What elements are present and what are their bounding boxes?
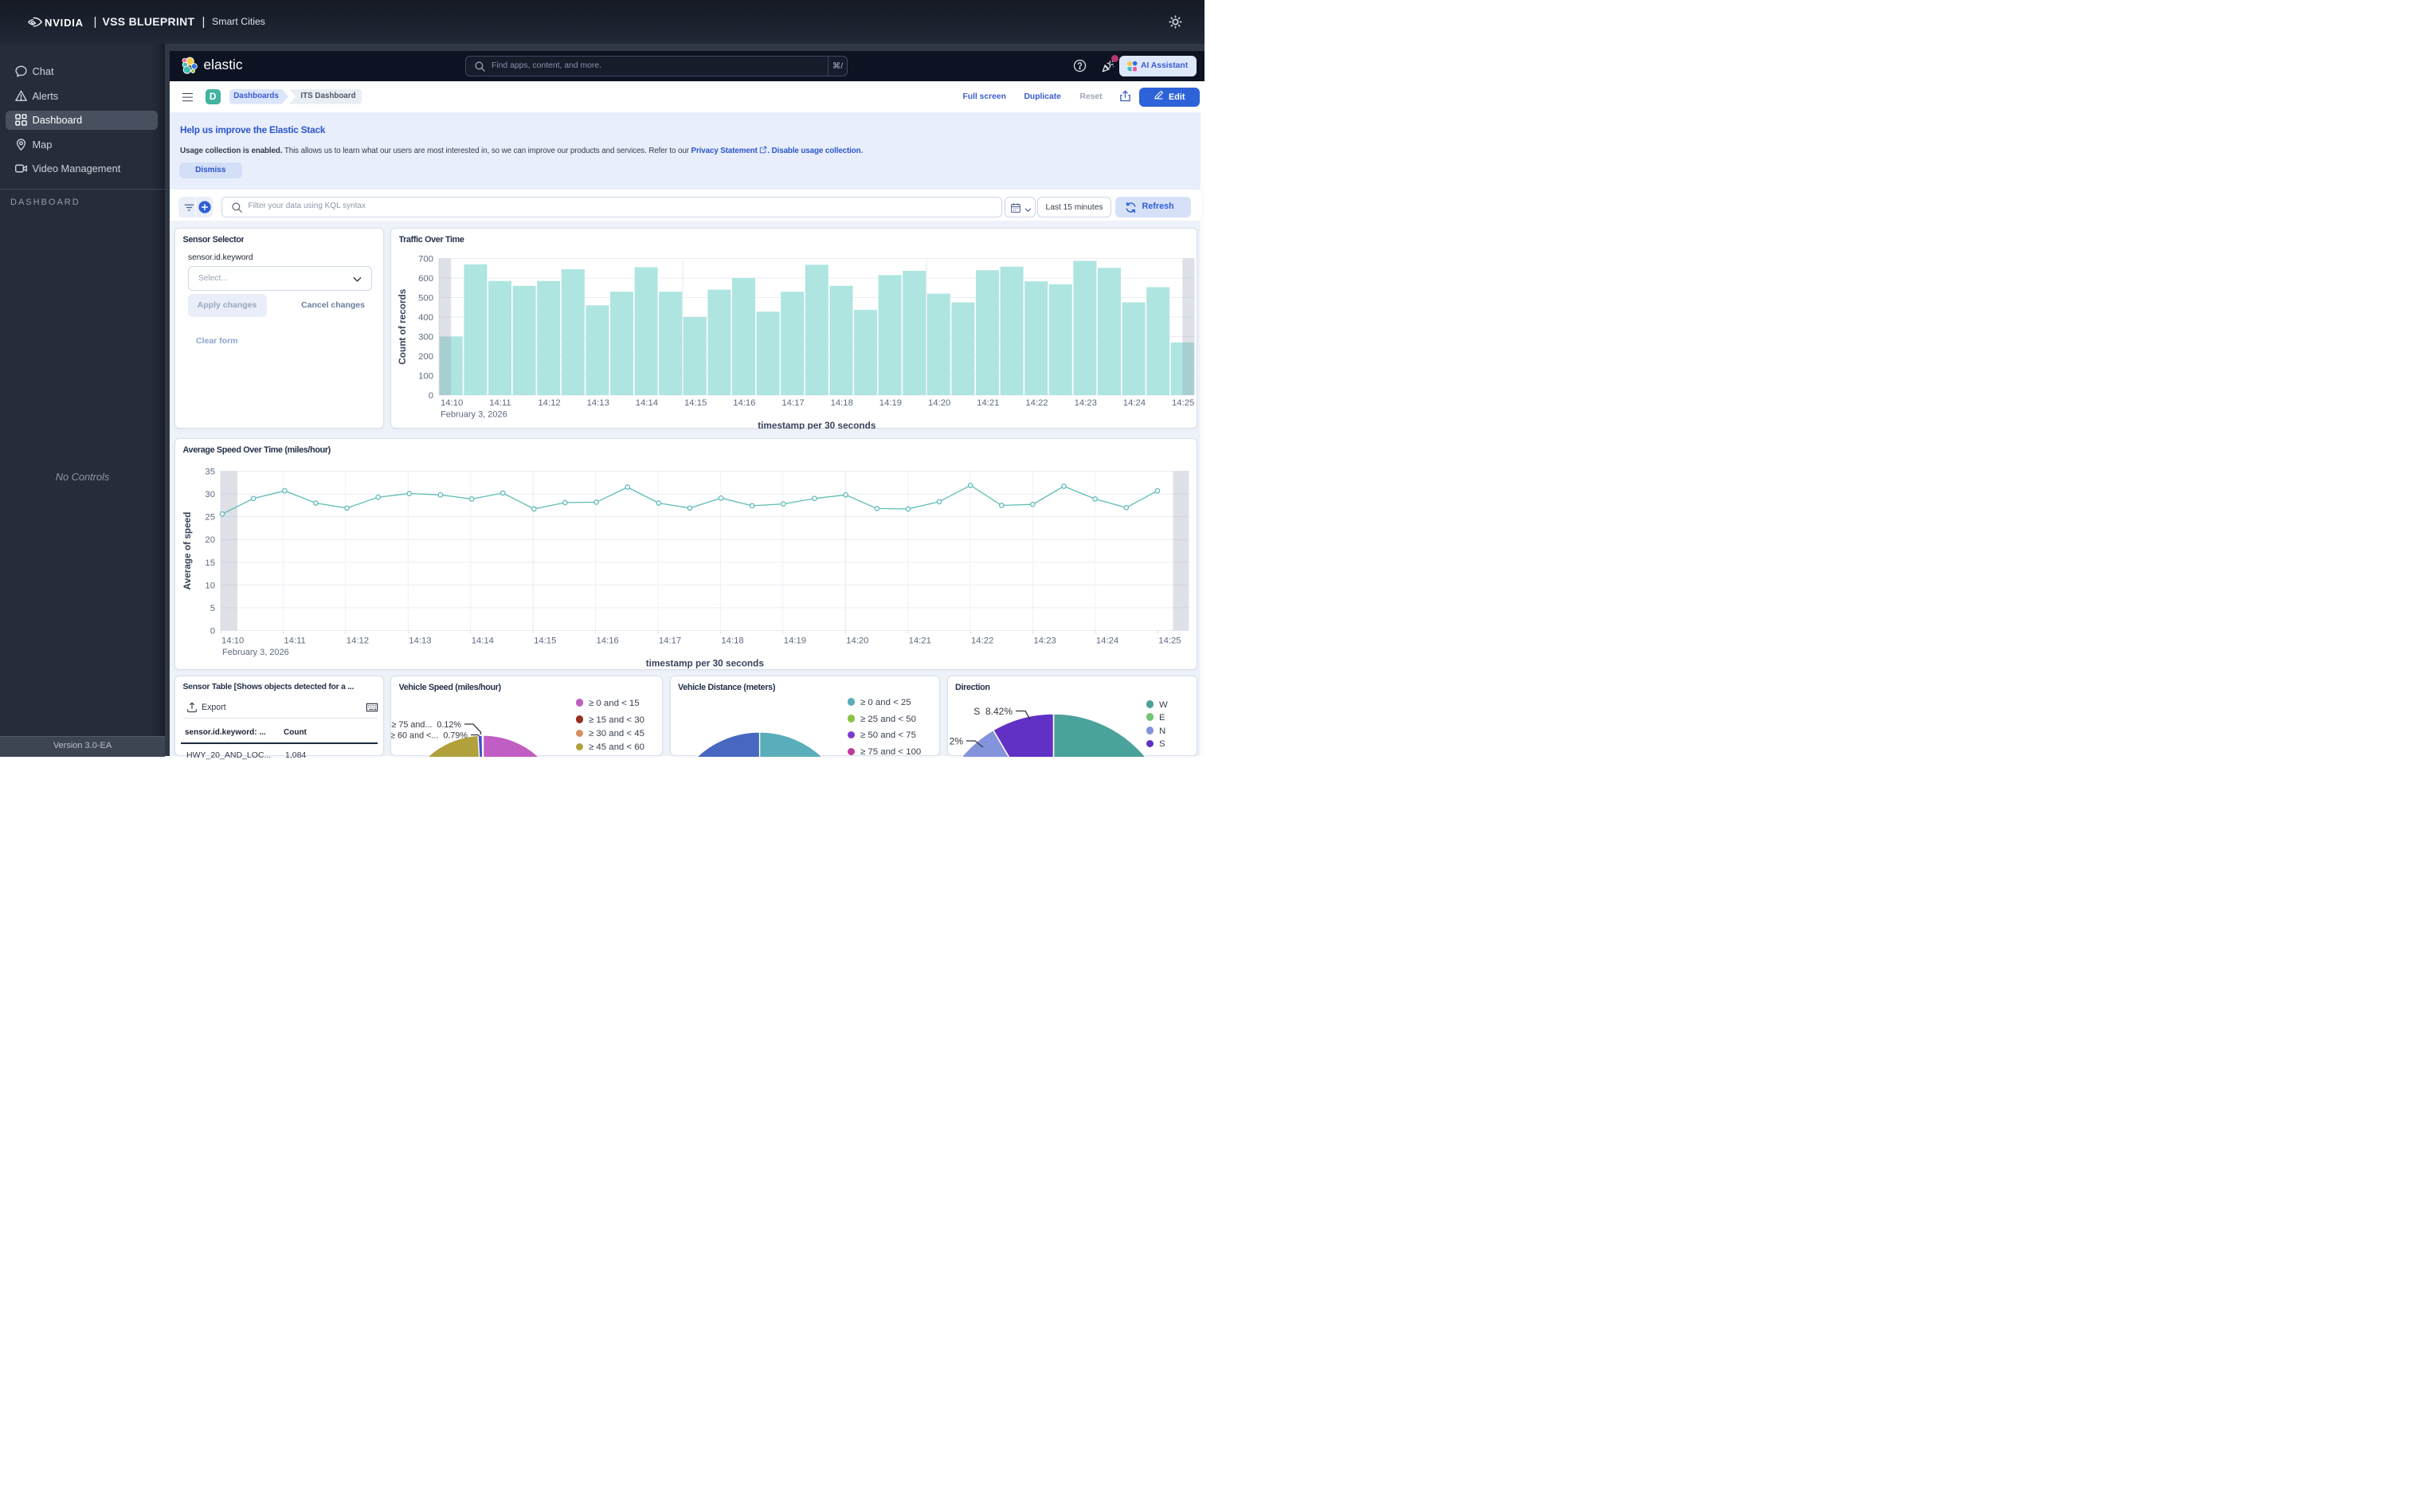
svg-text:14:25: 14:25	[1172, 398, 1194, 408]
svg-text:300: 300	[418, 332, 433, 342]
svg-text:timestamp per 30 seconds: timestamp per 30 seconds	[646, 657, 765, 668]
svg-text:14:13: 14:13	[409, 636, 431, 645]
svg-text:14:19: 14:19	[879, 398, 902, 408]
svg-text:February 3, 2026: February 3, 2026	[441, 409, 507, 419]
svg-text:14:11: 14:11	[284, 636, 305, 645]
svg-text:14:25: 14:25	[1158, 636, 1181, 645]
svg-text:14:17: 14:17	[659, 636, 681, 645]
svg-text:14:12: 14:12	[538, 398, 560, 408]
svg-text:25: 25	[205, 512, 215, 522]
svg-text:14:17: 14:17	[781, 398, 804, 408]
svg-text:5: 5	[210, 603, 215, 613]
svg-text:10: 10	[205, 581, 215, 590]
svg-text:14:16: 14:16	[597, 636, 619, 645]
svg-text:14:14: 14:14	[636, 398, 658, 408]
svg-text:15: 15	[205, 558, 215, 567]
svg-text:14:21: 14:21	[909, 636, 931, 645]
svg-text:February 3, 2026: February 3, 2026	[222, 648, 289, 657]
svg-text:0: 0	[210, 626, 215, 636]
svg-text:14:19: 14:19	[784, 636, 806, 645]
svg-text:timestamp per 30 seconds: timestamp per 30 seconds	[758, 420, 876, 429]
svg-text:14:15: 14:15	[684, 398, 707, 408]
svg-text:Average of speed: Average of speed	[182, 511, 193, 590]
svg-text:14:14: 14:14	[472, 636, 494, 645]
svg-text:500: 500	[418, 293, 433, 303]
svg-text:≥ 60 and <... 0.79%: ≥ 60 and <... 0.79%	[391, 731, 468, 741]
svg-text:14:12: 14:12	[347, 636, 369, 645]
svg-text:14:10: 14:10	[441, 398, 463, 408]
svg-text:14:13: 14:13	[587, 398, 609, 408]
svg-text:700: 700	[418, 254, 433, 264]
svg-text:14:22: 14:22	[1025, 398, 1048, 408]
svg-text:20: 20	[205, 535, 215, 545]
svg-text:14:11: 14:11	[489, 398, 511, 408]
svg-text:200: 200	[418, 352, 433, 362]
svg-text:≥ 75 and... 0.12%: ≥ 75 and... 0.12%	[391, 720, 461, 730]
svg-text:14:24: 14:24	[1096, 636, 1118, 645]
svg-text:Count of records: Count of records	[397, 288, 408, 364]
svg-text:600: 600	[418, 274, 433, 284]
svg-text:14:24: 14:24	[1123, 398, 1146, 408]
svg-text:14:20: 14:20	[928, 398, 950, 408]
svg-text:14:16: 14:16	[733, 398, 755, 408]
svg-text:400: 400	[418, 313, 433, 323]
svg-text:14:18: 14:18	[831, 398, 853, 408]
svg-text:14:10: 14:10	[221, 636, 244, 645]
svg-text:2%: 2%	[949, 736, 963, 747]
svg-text:14:15: 14:15	[534, 636, 556, 645]
svg-text:35: 35	[205, 467, 215, 476]
svg-text:14:23: 14:23	[1034, 636, 1056, 645]
svg-text:0: 0	[429, 391, 433, 401]
svg-text:14:18: 14:18	[721, 636, 743, 645]
svg-text:14:20: 14:20	[846, 636, 868, 645]
svg-text:S 8.42%: S 8.42%	[973, 706, 1013, 717]
svg-text:14:22: 14:22	[971, 636, 993, 645]
svg-text:100: 100	[418, 371, 433, 381]
svg-text:30: 30	[205, 490, 215, 499]
svg-text:14:23: 14:23	[1075, 398, 1097, 408]
svg-text:14:21: 14:21	[977, 398, 999, 408]
